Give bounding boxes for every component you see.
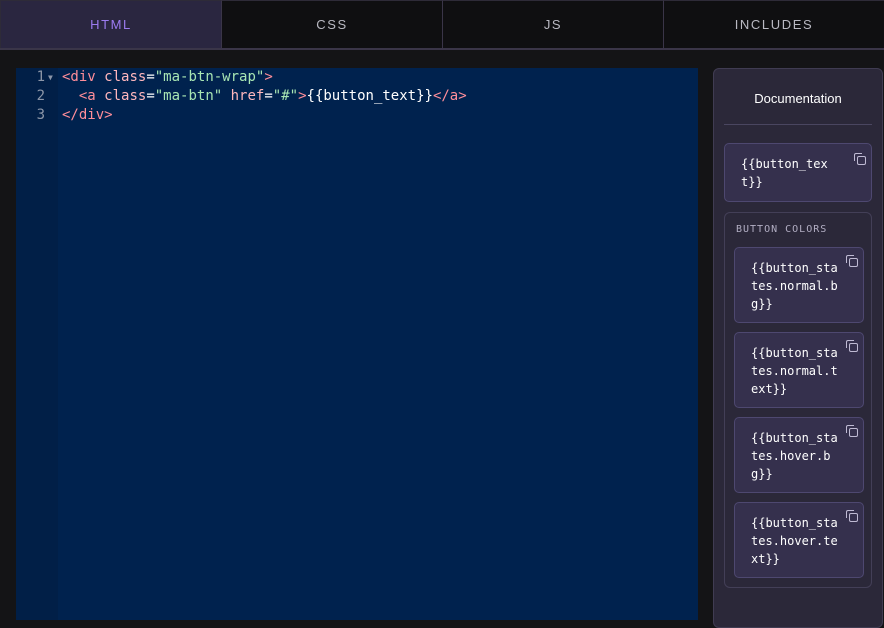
group-title: BUTTON COLORS <box>736 224 828 235</box>
variable-chip-hover-bg[interactable]: {{button_states.hover.bg}} <box>734 417 864 493</box>
code-token: <a <box>62 88 105 104</box>
code-token: <div <box>62 69 105 85</box>
code-token: = <box>146 69 155 85</box>
code-token: </a> <box>432 88 467 104</box>
code-token: </div> <box>62 107 113 123</box>
line-number: 1 <box>36 69 45 85</box>
code-text: <div class="ma-btn-wrap"> <box>62 68 273 87</box>
code-text: <a class="ma-btn" href="#">{{button_text… <box>62 87 467 106</box>
code-token: href <box>222 88 265 104</box>
variable-label: {{button_states.normal.bg}} <box>751 261 838 311</box>
variable-chip-normal-bg[interactable]: {{button_states.normal.bg}} <box>734 247 864 323</box>
tab-css[interactable]: CSS <box>222 0 443 48</box>
code-token: "ma-btn" <box>154 88 223 104</box>
documentation-title: Documentation <box>754 91 842 106</box>
divider <box>724 124 872 125</box>
code-token: > <box>264 69 273 85</box>
code-token: = <box>264 88 273 104</box>
variable-chip-button-text[interactable]: {{button_text}} <box>724 143 872 202</box>
code-token: > <box>298 88 307 104</box>
code-token: "ma-btn-wrap" <box>154 69 265 85</box>
code-token: {{button_text}} <box>306 88 433 104</box>
code-token: = <box>146 88 155 104</box>
tab-includes[interactable]: INCLUDES <box>664 0 884 48</box>
code-token: class <box>104 88 147 104</box>
documentation-panel: Documentation {{button_text}} BUTTON COL… <box>713 68 883 628</box>
line-number: 3 <box>36 107 45 123</box>
editor-tabs: HTML CSS JS INCLUDES <box>0 0 884 50</box>
tab-html[interactable]: HTML <box>0 0 222 48</box>
copy-icon[interactable] <box>846 425 858 437</box>
copy-icon[interactable] <box>846 510 858 522</box>
variable-label: {{button_states.hover.text}} <box>751 516 838 566</box>
code-text: </div> <box>62 106 113 125</box>
fold-arrow-icon[interactable]: ▼ <box>48 68 53 87</box>
line-number: 2 <box>36 88 45 104</box>
code-editor[interactable]: 1 ▼ <div class="ma-btn-wrap"> 2 <a class="m… <box>16 68 698 620</box>
variable-label: {{button_text}} <box>741 157 828 189</box>
variable-chip-normal-text[interactable]: {{button_states.normal.text}} <box>734 332 864 408</box>
line-gutter <box>16 68 58 620</box>
copy-icon[interactable] <box>846 340 858 352</box>
variable-chip-hover-text[interactable]: {{button_states.hover.text}} <box>734 502 864 578</box>
button-colors-group: BUTTON COLORS {{button_states.normal.bg}… <box>724 212 872 588</box>
variable-label: {{button_states.hover.bg}} <box>751 431 838 481</box>
tab-js[interactable]: JS <box>443 0 664 48</box>
copy-icon[interactable] <box>846 255 858 267</box>
copy-icon[interactable] <box>854 153 866 165</box>
code-token: class <box>104 69 147 85</box>
code-token: "#" <box>272 88 299 104</box>
variable-label: {{button_states.normal.text}} <box>751 346 838 396</box>
